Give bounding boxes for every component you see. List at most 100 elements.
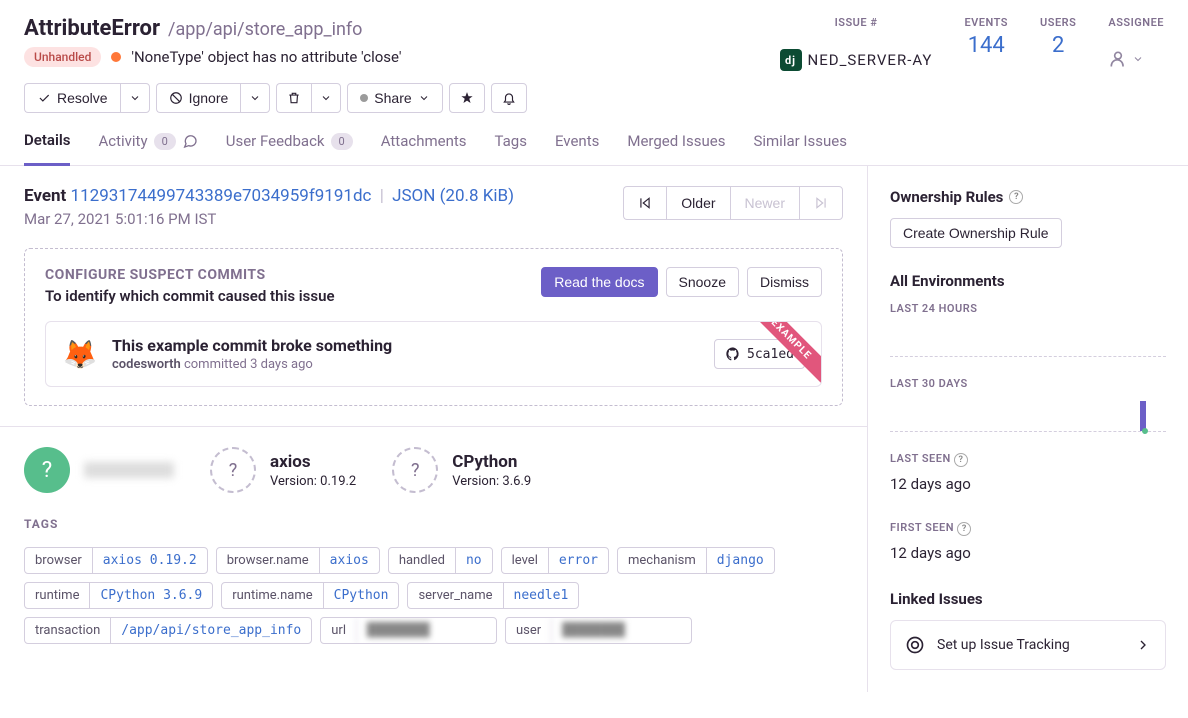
tag-value: error — [548, 548, 608, 573]
resolve-button[interactable]: Resolve — [24, 83, 120, 113]
ignore-icon — [169, 91, 183, 105]
subscribe-button[interactable] — [491, 83, 527, 113]
delete-button[interactable] — [276, 83, 311, 113]
tag-mechanism[interactable]: mechanismdjango — [617, 547, 775, 574]
event-id-link[interactable]: 11293174499743389e7034959f9191dc — [71, 186, 372, 206]
tag-value: ████████ — [551, 618, 691, 643]
setup-issue-tracking-button[interactable]: Set up Issue Tracking — [890, 620, 1166, 670]
pager-last-button[interactable] — [799, 186, 843, 220]
dismiss-button[interactable]: Dismiss — [747, 267, 822, 297]
tag-runtime[interactable]: runtimeCPython 3.6.9 — [24, 582, 213, 609]
snooze-button[interactable]: Snooze — [666, 267, 739, 297]
feedback-count-badge: 0 — [331, 133, 353, 150]
chevron-down-icon — [1132, 53, 1144, 65]
event-timestamp: Mar 27, 2021 5:01:16 PM IST — [24, 210, 514, 228]
person-icon — [1108, 49, 1128, 69]
users-count[interactable]: 2 — [1040, 33, 1076, 58]
tab-tags[interactable]: Tags — [495, 131, 527, 165]
browser-name: axios — [270, 452, 356, 472]
tag-value: /app/api/store_app_info — [110, 618, 311, 643]
tag-value: CPython 3.6.9 — [89, 583, 212, 608]
tab-details[interactable]: Details — [24, 131, 70, 166]
read-docs-button[interactable]: Read the docs — [541, 267, 657, 297]
chevron-down-icon — [320, 92, 332, 104]
pager-first-button[interactable] — [623, 186, 666, 220]
ignore-dropdown[interactable] — [240, 83, 270, 113]
tag-key: mechanism — [618, 548, 706, 573]
project-link[interactable]: dj NED_SERVER-AY — [780, 49, 933, 71]
tab-merged-issues[interactable]: Merged Issues — [627, 131, 725, 165]
tag-transaction[interactable]: transaction/app/api/store_app_info — [24, 617, 312, 644]
pager-older-button[interactable]: Older — [666, 186, 729, 220]
help-icon[interactable]: ? — [957, 522, 971, 536]
tag-url[interactable]: url████████ — [320, 617, 497, 644]
tag-value: django — [706, 548, 774, 573]
help-icon[interactable]: ? — [954, 453, 968, 467]
star-icon — [460, 91, 474, 105]
tag-level[interactable]: levelerror — [501, 547, 609, 574]
suspect-commits-title: CONFIGURE SUSPECT COMMITS — [45, 267, 335, 283]
tag-value: axios — [319, 548, 379, 573]
chevron-down-icon — [418, 92, 430, 104]
tag-browser[interactable]: browseraxios 0.19.2 — [24, 547, 208, 574]
tag-key: user — [506, 618, 551, 643]
divider — [0, 426, 867, 427]
runtime-version: Version: 3.6.9 — [452, 474, 531, 489]
tags-heading: TAGS — [24, 517, 843, 531]
tab-similar-issues[interactable]: Similar Issues — [753, 131, 847, 165]
bell-icon — [502, 91, 516, 105]
events-label: EVENTS — [964, 16, 1008, 29]
assignee-dropdown[interactable] — [1108, 49, 1164, 69]
events-count[interactable]: 144 — [964, 33, 1008, 58]
trash-icon — [287, 91, 301, 105]
tag-value: no — [455, 548, 492, 573]
last-24-hours-label: LAST 24 HOURS — [890, 302, 1166, 315]
comment-icon — [182, 133, 198, 149]
bookmark-button[interactable] — [449, 83, 485, 113]
user-avatar-placeholder: ? — [24, 447, 70, 493]
check-icon — [37, 91, 51, 105]
tag-key: url — [321, 618, 356, 643]
create-ownership-rule-button[interactable]: Create Ownership Rule — [890, 218, 1062, 248]
tracking-icon — [905, 635, 925, 655]
share-button[interactable]: Share — [347, 83, 442, 113]
error-type: AttributeError — [24, 16, 160, 41]
sparkline-24h — [890, 323, 1166, 357]
event-json-link[interactable]: JSON (20.8 KiB) — [392, 186, 514, 206]
activity-count-badge: 0 — [154, 133, 176, 150]
tag-user[interactable]: user████████ — [505, 617, 692, 644]
tag-value: axios 0.19.2 — [92, 548, 207, 573]
tag-value: ████████ — [356, 618, 496, 643]
first-seen-value: 12 days ago — [890, 544, 1166, 562]
user-redacted — [84, 462, 174, 478]
resolve-dropdown[interactable] — [120, 83, 150, 113]
assignee-label: ASSIGNEE — [1108, 16, 1164, 29]
tag-server_name[interactable]: server_nameneedle1 — [407, 582, 579, 609]
tab-user-feedback[interactable]: User Feedback 0 — [226, 131, 353, 165]
browser-icon-placeholder: ? — [210, 447, 256, 493]
users-label: USERS — [1040, 16, 1076, 29]
help-icon[interactable]: ? — [1009, 190, 1023, 204]
suspect-commits-subtitle: To identify which commit caused this iss… — [45, 287, 335, 305]
runtime-icon-placeholder: ? — [392, 447, 438, 493]
tab-events[interactable]: Events — [555, 131, 599, 165]
tag-value: needle1 — [503, 583, 579, 608]
last-30-days-label: LAST 30 DAYS — [890, 377, 1166, 390]
tag-browser-name[interactable]: browser.nameaxios — [216, 547, 380, 574]
tab-activity[interactable]: Activity 0 — [98, 131, 197, 165]
skip-forward-icon — [814, 196, 828, 210]
tag-key: browser — [25, 548, 92, 573]
tag-handled[interactable]: handledno — [388, 547, 493, 574]
tag-runtime-name[interactable]: runtime.nameCPython — [221, 582, 399, 609]
pager-newer-button[interactable]: Newer — [730, 186, 799, 220]
issue-number-label: ISSUE # — [780, 16, 933, 29]
last-seen-value: 12 days ago — [890, 475, 1166, 493]
unhandled-badge: Unhandled — [24, 47, 101, 67]
error-message: 'NoneType' object has no attribute 'clos… — [131, 48, 401, 66]
commit-avatar-icon: 🦊 — [62, 336, 98, 372]
delete-dropdown[interactable] — [311, 83, 341, 113]
tab-attachments[interactable]: Attachments — [381, 131, 467, 165]
status-dot-icon — [360, 94, 368, 102]
ignore-button[interactable]: Ignore — [156, 83, 241, 113]
tag-key: handled — [389, 548, 455, 573]
